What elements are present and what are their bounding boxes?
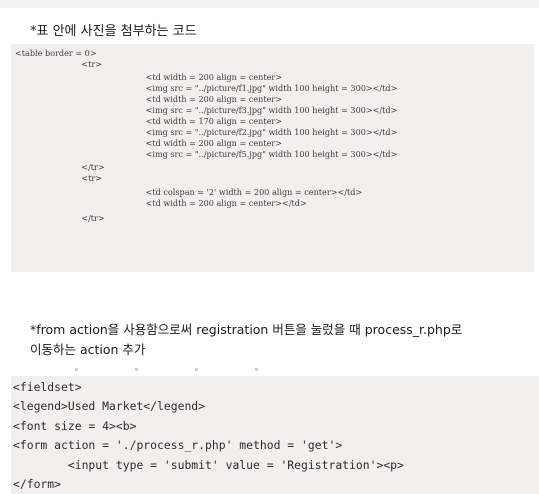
code-line: <img src = "../picture/f3.jpg" width 100… bbox=[125, 105, 398, 115]
code-block-table: <table border = 0> <tr> <td width = 200 … bbox=[11, 44, 534, 272]
section-heading-table-code: *표 안에 사진을 첨부하는 코드 bbox=[30, 24, 197, 39]
code-line: <td width = 200 align = center> bbox=[125, 138, 283, 148]
code-line: <legend>Used Market</legend> bbox=[13, 399, 206, 414]
code-line: </tr> bbox=[71, 213, 105, 223]
code-line: <tr> bbox=[71, 173, 102, 183]
code-line: <table border = 0> bbox=[15, 48, 97, 58]
code-line: <tr> bbox=[71, 59, 102, 69]
code-line: <font size = 4><b> bbox=[13, 418, 137, 433]
code-line: <img src = "../picture/f2.jpg" width 100… bbox=[125, 127, 398, 137]
code-line: <img src = "../picture/f1.jpg" width 100… bbox=[125, 83, 398, 93]
code-line: <img src = "../picture/f5.jpg" width 100… bbox=[125, 149, 398, 159]
code-line: </form> bbox=[13, 477, 62, 492]
top-bar bbox=[0, 0, 539, 8]
code-line: <td width = 200 align = center> bbox=[125, 94, 283, 104]
code-line: <td width = 200 align = center></td> bbox=[125, 198, 307, 208]
description-line-2: 이동하는 action 추가 bbox=[30, 342, 146, 357]
code-block-form: <fieldset> <legend>Used Market</legend> … bbox=[11, 376, 539, 494]
form-action-description: *from action을 사용함으로써 registration 버튼을 눌렀… bbox=[30, 320, 530, 360]
description-line-1: *from action을 사용함으로써 registration 버튼을 눌렀… bbox=[30, 322, 463, 337]
code-line: </tr> bbox=[71, 162, 105, 172]
code-block-form-content: <fieldset> <legend>Used Market</legend> … bbox=[13, 378, 404, 494]
code-line: <td colspan = '2' width = 200 align = ce… bbox=[125, 187, 363, 197]
code-line: <td width = 200 align = center> bbox=[125, 72, 283, 82]
code-line: <form action = './process_r.php' method … bbox=[13, 438, 343, 453]
code-line: <td width = 170 align = center> bbox=[125, 116, 283, 126]
divider-marks bbox=[75, 368, 315, 371]
code-line: <fieldset> bbox=[13, 380, 82, 394]
code-line: <input type = 'submit' value = 'Registra… bbox=[13, 457, 404, 472]
